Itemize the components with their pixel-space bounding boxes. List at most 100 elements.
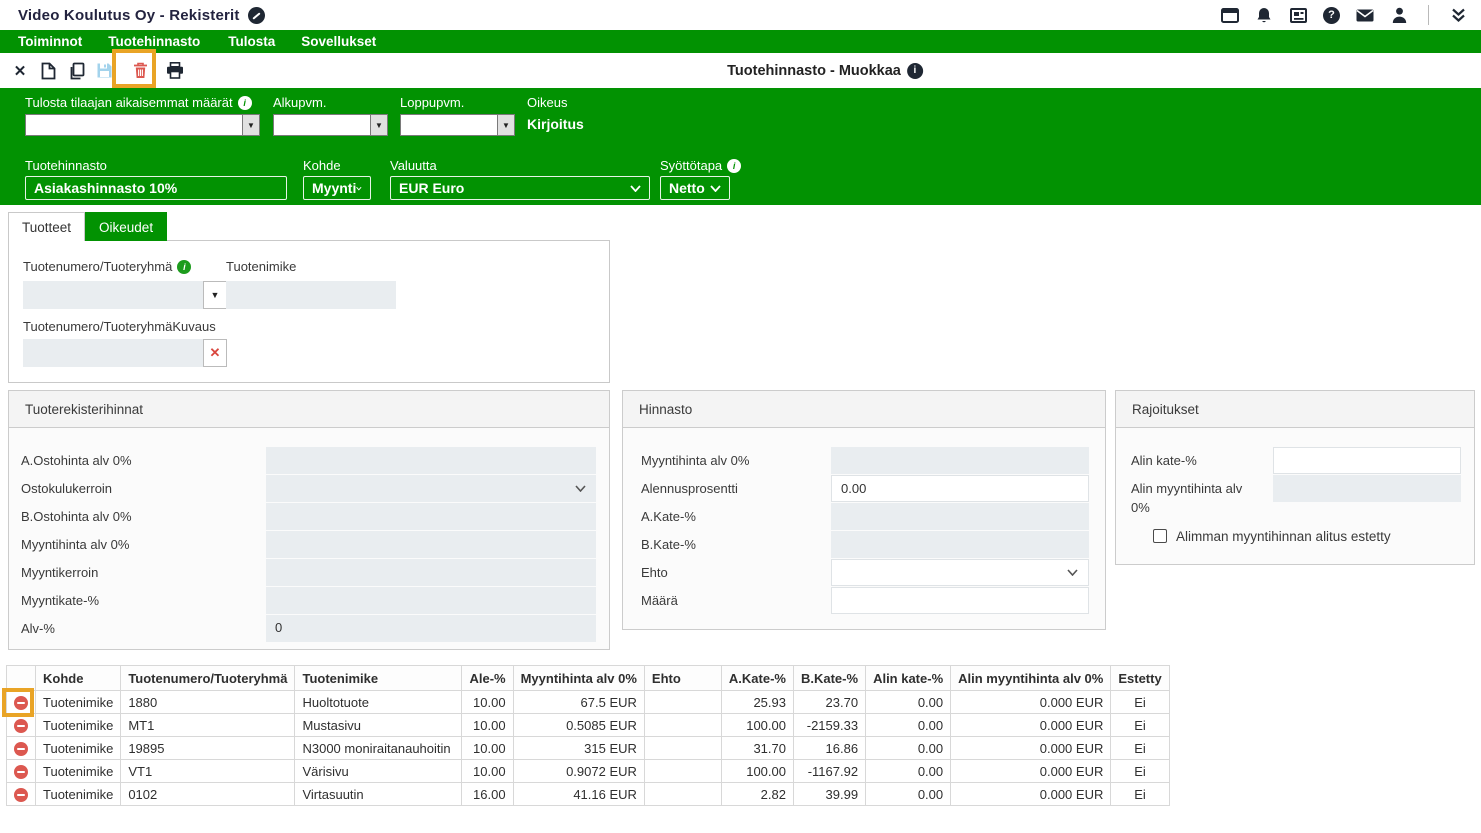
- b-ostohinta-label: B.Ostohinta alv 0%: [21, 503, 132, 531]
- dropdown-arrow-icon[interactable]: ▼: [242, 115, 259, 135]
- menu-tuotehinnasto[interactable]: Tuotehinnasto: [108, 34, 200, 49]
- table-row[interactable]: Tuotenimike VT1 Värisivu 10.00 0.9072 EU…: [7, 760, 1170, 783]
- alkupvm-dropdown[interactable]: ▼: [273, 114, 388, 136]
- hinnasto-panel: Hinnasto Myyntihinta alv 0% Alennusprose…: [622, 390, 1106, 630]
- print-button[interactable]: [161, 56, 189, 86]
- chevron-down-icon: [710, 185, 721, 192]
- b-ostohinta-input-disabled: [266, 503, 596, 530]
- delete-button[interactable]: [126, 56, 154, 86]
- menu-tulosta[interactable]: Tulosta: [228, 34, 275, 49]
- title-bar: Video Koulutus Oy - Rekisterit ?: [0, 0, 1481, 30]
- tuotenumero-combo[interactable]: ▼: [23, 281, 227, 309]
- kuvaus-input-group[interactable]: ✕: [23, 339, 227, 367]
- close-button[interactable]: ✕: [6, 56, 34, 86]
- table-row[interactable]: Tuotenimike 0102 Virtasuutin 16.00 41.16…: [7, 783, 1170, 806]
- alin-kate-input[interactable]: [1273, 447, 1461, 474]
- tuotenumero-info-icon[interactable]: i: [177, 260, 191, 274]
- col-kohde: Kohde: [36, 666, 121, 691]
- valuutta-select[interactable]: EUR Euro: [390, 176, 650, 200]
- help-icon[interactable]: ?: [1323, 7, 1340, 24]
- rajoitukset-title: Rajoitukset: [1116, 391, 1474, 428]
- tab-tuotteet[interactable]: Tuotteet: [8, 212, 85, 241]
- remove-row-icon[interactable]: [14, 788, 28, 802]
- hinnasto-title: Hinnasto: [623, 391, 1105, 428]
- col-alin-myyntihinta: Alin myyntihinta alv 0%: [951, 666, 1111, 691]
- a-ostohinta-input-disabled: [266, 447, 596, 474]
- maara-label: Määrä: [641, 587, 678, 615]
- remove-row-icon[interactable]: [14, 696, 28, 710]
- b-kate-label: B.Kate-%: [641, 531, 696, 559]
- syottotapa-label: Syöttötapa i: [660, 158, 741, 173]
- clear-x-icon[interactable]: ✕: [203, 339, 227, 367]
- maara-input[interactable]: [831, 587, 1089, 614]
- notifications-bell-icon[interactable]: [1255, 6, 1273, 24]
- menu-sovellukset[interactable]: Sovellukset: [301, 34, 376, 49]
- chevron-down-icon: [630, 185, 641, 192]
- syottotapa-select[interactable]: Netto: [660, 176, 730, 200]
- tulosta-maarat-label: Tulosta tilaajan aikaisemmat määrät i: [25, 95, 252, 110]
- window-icon[interactable]: [1221, 6, 1239, 24]
- tuoterekisterihinnat-panel: Tuoterekisterihinnat A.Ostohinta alv 0% …: [8, 390, 610, 650]
- remove-row-icon[interactable]: [14, 719, 28, 733]
- tuotenimike-label: Tuotenimike: [226, 259, 296, 274]
- h-myyntihinta-input-disabled: [831, 447, 1089, 474]
- user-icon[interactable]: [1390, 6, 1408, 24]
- a-kate-label: A.Kate-%: [641, 503, 696, 531]
- h-myyntihinta-label: Myyntihinta alv 0%: [641, 447, 749, 475]
- tab-oikeudet[interactable]: Oikeudet: [85, 212, 167, 241]
- page-title: Tuotehinnasto - Muokkaa i: [727, 53, 923, 88]
- mail-icon[interactable]: [1356, 6, 1374, 24]
- table-row[interactable]: Tuotenimike 1880 Huoltotuote 10.00 67.5 …: [7, 691, 1170, 714]
- table-row[interactable]: Tuotenimike 19895 N3000 moniraitanauhoit…: [7, 737, 1170, 760]
- alin-kate-label: Alin kate-%: [1131, 447, 1197, 475]
- col-estetty: Estetty: [1111, 666, 1169, 691]
- oikeus-label: Oikeus: [527, 95, 567, 110]
- ostokulukerroin-select-disabled[interactable]: [266, 475, 596, 502]
- new-document-button[interactable]: [34, 56, 62, 86]
- titlebar-divider: [1428, 5, 1429, 25]
- tulosta-maarat-info-icon[interactable]: i: [238, 96, 252, 110]
- page-title-info-icon[interactable]: i: [907, 63, 923, 79]
- save-button-disabled[interactable]: [90, 56, 118, 86]
- copy-button[interactable]: [62, 56, 90, 86]
- myyntihinta-label: Myyntihinta alv 0%: [21, 531, 129, 559]
- a-ostohinta-label: A.Ostohinta alv 0%: [21, 447, 132, 475]
- table-row[interactable]: Tuotenimike MT1 Mustasivu 10.00 0.5085 E…: [7, 714, 1170, 737]
- remove-row-icon[interactable]: [14, 765, 28, 779]
- alin-myyntihinta-label: Alin myyntihinta alv 0%: [1131, 479, 1242, 517]
- tuoterekisterihinnat-title: Tuoterekisterihinnat: [9, 391, 609, 428]
- col-tuotenumero: Tuotenumero/Tuoteryhmä: [121, 666, 295, 691]
- kohde-label: Kohde: [303, 158, 341, 173]
- alin-myyntihinta-checkbox[interactable]: [1153, 529, 1167, 543]
- ehto-select[interactable]: [831, 559, 1089, 586]
- price-list-table: Kohde Tuotenumero/Tuoteryhmä Tuotenimike…: [6, 665, 1170, 806]
- loppupvm-label: Loppupvm.: [400, 95, 464, 110]
- app-title: Video Koulutus Oy - Rekisterit: [18, 7, 240, 24]
- col-myyntihinta: Myyntihinta alv 0%: [513, 666, 644, 691]
- loppupvm-dropdown[interactable]: ▼: [400, 114, 515, 136]
- valuutta-label: Valuutta: [390, 158, 437, 173]
- news-icon[interactable]: [1289, 6, 1307, 24]
- alennusprosentti-label: Alennusprosentti: [641, 475, 738, 503]
- collapse-double-chevron-icon[interactable]: [1449, 6, 1467, 24]
- dropdown-arrow-icon[interactable]: ▼: [370, 115, 387, 135]
- alin-myyntihinta-checkbox-label: Alimman myyntihinnan alitus estetty: [1176, 529, 1391, 544]
- myyntikerroin-input-disabled: [266, 559, 596, 586]
- chevron-down-icon: [1067, 569, 1078, 576]
- product-search-panel: Tuotenumero/Tuoteryhmä i Tuotenimike ▼ T…: [8, 240, 610, 383]
- syottotapa-info-icon[interactable]: i: [727, 159, 741, 173]
- tuotehinnasto-label: Tuotehinnasto: [25, 158, 107, 173]
- myyntikerroin-label: Myyntikerroin: [21, 559, 98, 587]
- myyntihinta-input-disabled: [266, 531, 596, 558]
- menu-toiminnot[interactable]: Toiminnot: [18, 34, 82, 49]
- chevron-down-icon: [356, 185, 362, 192]
- dropdown-arrow-icon[interactable]: ▼: [497, 115, 514, 135]
- myyntikate-label: Myyntikate-%: [21, 587, 99, 615]
- tulosta-maarat-dropdown[interactable]: ▼: [25, 114, 260, 136]
- alennusprosentti-input[interactable]: 0.00: [831, 475, 1089, 502]
- remove-row-icon[interactable]: [14, 742, 28, 756]
- kohde-select[interactable]: Myynti: [303, 176, 371, 200]
- toolbar: ✕ Tuotehinnasto - Muokkaa i: [0, 53, 1481, 88]
- dropdown-arrow-icon[interactable]: ▼: [203, 281, 227, 309]
- tuotehinnasto-input[interactable]: Asiakashinnasto 10%: [25, 176, 287, 200]
